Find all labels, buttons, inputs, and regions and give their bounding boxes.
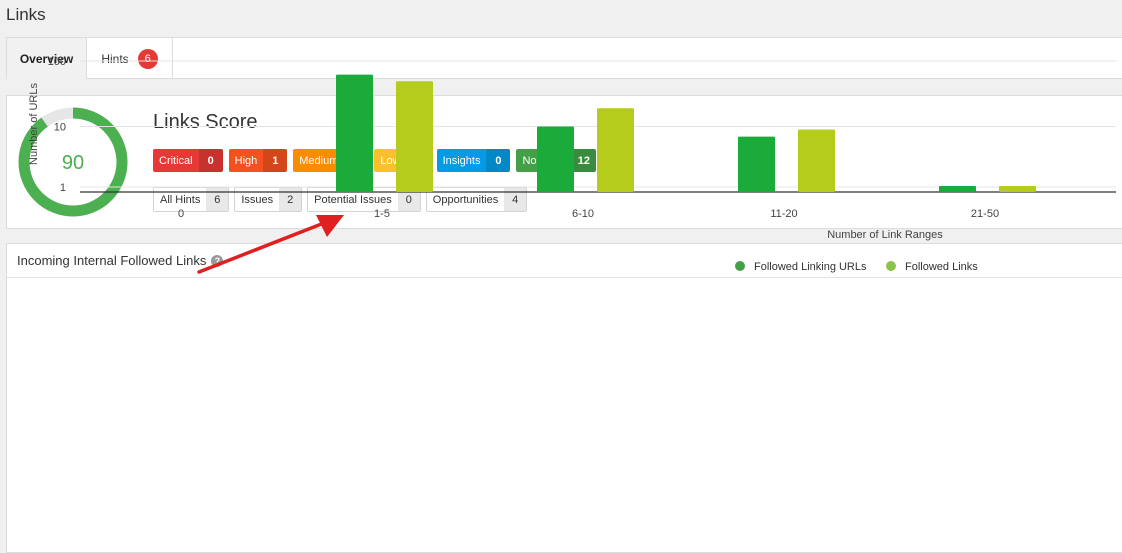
chart-bar <box>999 186 1036 192</box>
x-tick-label: 6-10 <box>572 208 594 220</box>
x-axis-label: Number of Link Ranges <box>827 229 943 241</box>
chart-bar <box>336 74 373 192</box>
y-axis-label: Number of URLs <box>28 83 40 165</box>
x-tick-label: 21-50 <box>971 208 999 220</box>
legend-swatch <box>735 261 745 271</box>
chart-bar <box>597 108 634 192</box>
y-tick-label: 10 <box>54 122 66 134</box>
x-tick-label: 1-5 <box>374 208 390 220</box>
chart-bar <box>939 186 976 192</box>
y-tick-label: 100 <box>48 56 66 68</box>
x-tick-label: 11-20 <box>770 208 797 220</box>
x-tick-label: 0 <box>178 208 184 220</box>
y-tick-label: 1 <box>60 182 66 194</box>
chart-bar <box>537 126 574 192</box>
legend-label: Followed Linking URLs <box>754 261 867 273</box>
legend-label: Followed Links <box>905 261 978 273</box>
chart-bar <box>396 81 433 192</box>
chart-bar <box>798 129 835 192</box>
chart-bar <box>738 136 775 192</box>
links-bar-chart: 1 10 100 Number of URLs 0 1-5 6-10 11-20 21-50 Nu… <box>28 56 1116 274</box>
legend-swatch <box>886 261 896 271</box>
red-arrow-shaft <box>197 221 326 274</box>
